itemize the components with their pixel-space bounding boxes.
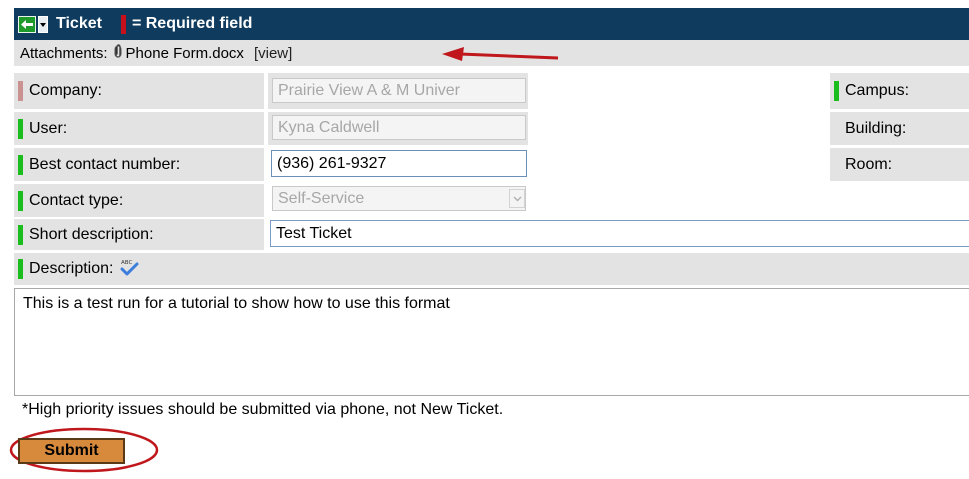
best-contact-label: Best contact number: [29, 155, 181, 173]
best-contact-field[interactable]: (936) 261-9327 [271, 150, 527, 177]
priority-note: *High priority issues should be submitte… [22, 401, 504, 418]
required-field-marker [834, 81, 839, 101]
campus-label: Campus: [845, 82, 910, 99]
attachment-view-link[interactable]: [view] [254, 45, 292, 62]
campus-label-cell: Campus: [830, 73, 969, 109]
user-label-cell: User: [14, 112, 264, 145]
contact-type-select[interactable]: Self-Service [272, 186, 526, 211]
required-field-marker [18, 118, 23, 139]
submit-button[interactable]: Submit [18, 438, 125, 464]
annotation-arrow [442, 47, 559, 61]
required-field-marker [18, 190, 23, 211]
form-header: Ticket = Required field [14, 8, 969, 40]
short-description-label: Short description: [29, 225, 154, 243]
required-field-marker [18, 259, 23, 279]
required-field-marker [18, 224, 23, 245]
paperclip-icon [113, 43, 123, 63]
user-field[interactable]: Kyna Caldwell [272, 115, 526, 140]
contact-type-label: Contact type: [29, 191, 124, 209]
room-label: Room: [845, 155, 893, 173]
company-field[interactable]: Prairie View A & M Univer [272, 78, 526, 103]
description-label: Description: [29, 260, 114, 277]
short-description-field[interactable]: Test Ticket [270, 220, 969, 247]
short-description-label-cell: Short description: [14, 219, 264, 250]
best-contact-label-cell: Best contact number: [14, 148, 264, 181]
building-label: Building: [845, 119, 907, 137]
user-label: User: [29, 119, 68, 137]
attachments-label: Attachments: [20, 44, 108, 62]
back-arrow-icon[interactable] [18, 15, 36, 33]
room-label-cell: Room: [830, 148, 969, 181]
filled-field-marker [18, 81, 23, 101]
company-label: Company: [29, 82, 102, 99]
required-field-marker [18, 154, 23, 175]
building-label-cell: Building: [830, 112, 969, 145]
form-title: Ticket [56, 15, 102, 32]
company-label-cell: Company: [14, 73, 264, 109]
svg-text:ABC: ABC [121, 260, 132, 266]
description-textarea[interactable]: This is a test run for a tutorial to sho… [14, 288, 969, 396]
chevron-down-icon[interactable] [509, 189, 525, 208]
required-marker [120, 14, 126, 34]
attachment-file-link[interactable]: Phone Form.docx [126, 45, 244, 62]
contact-type-label-cell: Contact type: [14, 184, 264, 217]
description-label-cell: Description: ABC [14, 253, 969, 285]
contact-type-value: Self-Service [278, 189, 365, 207]
dropdown-menu-icon[interactable] [38, 15, 48, 33]
spellcheck-icon[interactable]: ABC [119, 258, 139, 281]
required-legend: = Required field [131, 15, 253, 32]
